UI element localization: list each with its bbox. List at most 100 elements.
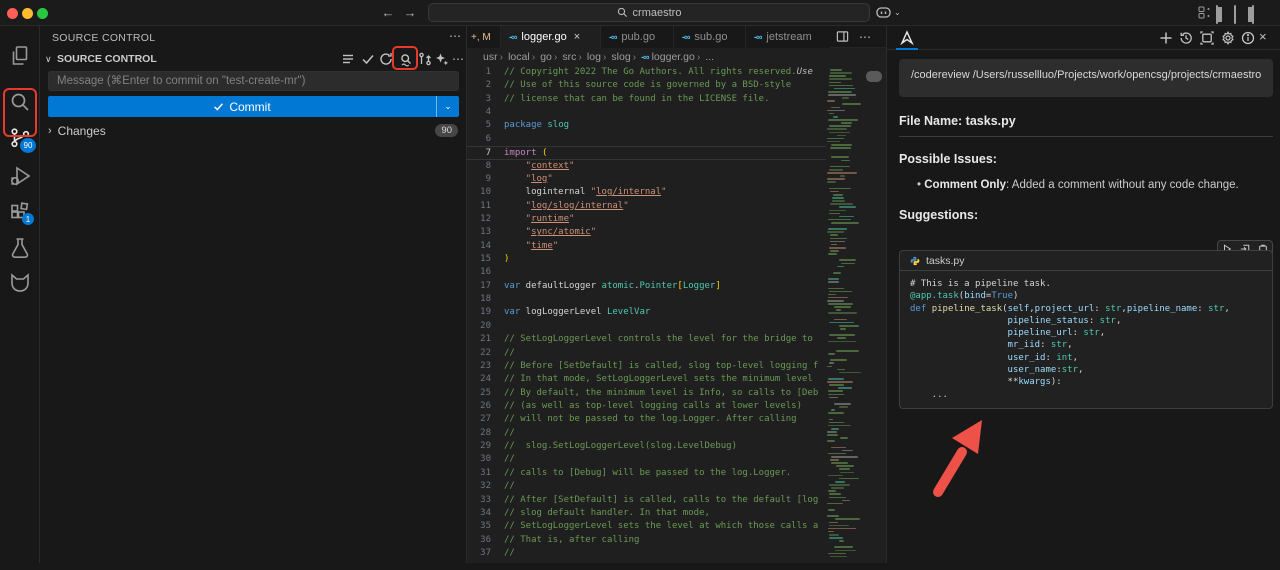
commit-button-label: Commit xyxy=(229,100,270,114)
extensions-badge: 1 xyxy=(22,213,34,225)
tab-close-icon[interactable]: × xyxy=(574,31,580,43)
toggle-secondary-sidebar-icon[interactable] xyxy=(1252,6,1266,19)
user-prompt-bubble: /codereview /Users/russellluo/Projects/w… xyxy=(899,59,1273,97)
breadcrumb-item[interactable]: usr xyxy=(483,51,505,63)
breadcrumb-item[interactable]: src xyxy=(562,51,584,63)
tab-label: logger.go xyxy=(521,31,566,43)
annotation-arrow xyxy=(900,400,1020,570)
go-file-icon: -∞ xyxy=(641,52,648,62)
sidebar-view-title: SOURCE CONTROL xyxy=(52,32,155,44)
window-close-button[interactable] xyxy=(7,8,18,19)
code-block-filename: tasks.py xyxy=(926,255,965,267)
view-more-actions-icon[interactable]: ⋯ xyxy=(449,29,461,43)
breadcrumb-item[interactable]: local xyxy=(508,51,537,63)
section-title: SOURCE CONTROL xyxy=(57,53,157,65)
commit-dropdown-button[interactable]: ⌄ xyxy=(436,96,459,117)
commit-message-input[interactable]: Message (⌘Enter to commit on "test-creat… xyxy=(48,71,459,91)
back-icon[interactable]: ← xyxy=(379,4,397,22)
go-file-icon: -∞ xyxy=(509,32,516,42)
possible-issues-heading: Possible Issues: xyxy=(899,152,997,166)
editor-actions: ⋯ xyxy=(836,26,871,47)
editor-group: +, M -∞ logger.go × -∞ pub.go -∞ sub.go … xyxy=(467,26,886,563)
command-center-search[interactable]: crmaestro xyxy=(428,3,870,22)
commit-check-icon[interactable] xyxy=(361,52,376,67)
code-editor[interactable]: 1// Copyright 2022 The Go Authors. All r… xyxy=(467,66,826,563)
scrollbar-thumb[interactable] xyxy=(866,71,882,82)
code-block-header: tasks.py xyxy=(900,251,1272,271)
suggestion-code: # This is a pipeline task.@app.task(bind… xyxy=(900,271,1272,401)
breadcrumb-item[interactable]: go xyxy=(540,51,559,63)
issue-term: Comment Only xyxy=(924,179,1006,191)
toggle-panel-icon[interactable] xyxy=(1234,6,1248,19)
breadcrumb-item[interactable]: slog xyxy=(611,51,638,63)
python-file-icon xyxy=(910,256,920,266)
copilot-icon[interactable] xyxy=(876,6,891,19)
toggle-primary-sidebar-icon[interactable] xyxy=(1216,6,1230,19)
close-panel-icon[interactable]: × xyxy=(1259,29,1274,44)
tab-bar: +, M -∞ logger.go × -∞ pub.go -∞ sub.go … xyxy=(467,26,886,48)
view-as-tree-icon[interactable] xyxy=(341,52,356,67)
breadcrumb-item[interactable]: ... xyxy=(705,51,714,63)
editor-more-actions-icon[interactable]: ⋯ xyxy=(859,30,871,44)
breadcrumb-item[interactable]: log xyxy=(587,51,609,63)
search-icon xyxy=(617,7,628,18)
open-in-editor-icon[interactable] xyxy=(1200,31,1215,46)
changes-label: Changes xyxy=(58,124,106,138)
changes-row[interactable]: › Changes 90 xyxy=(40,121,467,141)
suggestion-code-block: tasks.py # This is a pipeline task.@app.… xyxy=(899,250,1273,409)
tab-jetstream-go[interactable]: -∞ jetstream xyxy=(746,26,830,48)
section-chevron-icon[interactable]: ∨ xyxy=(45,54,52,65)
extensions-icon[interactable]: 1 xyxy=(8,201,32,225)
commit-message-placeholder: Message (⌘Enter to commit on "test-creat… xyxy=(57,75,305,87)
tab-label: jetstream xyxy=(766,31,811,43)
breadcrumb: usr local go src log slog -∞ logger.go .… xyxy=(467,48,886,66)
history-icon[interactable] xyxy=(1179,31,1194,46)
title-bar: ← → crmaestro ⌄ xyxy=(0,0,1280,26)
section-more-actions-icon[interactable]: ⋯ xyxy=(452,52,464,66)
tab-label: pub.go xyxy=(621,31,655,43)
explorer-icon[interactable] xyxy=(8,44,32,68)
panel-tab-strip: × xyxy=(887,26,1280,50)
tab-overflow-indicator[interactable]: +, M xyxy=(467,26,501,48)
fox-extension-icon[interactable] xyxy=(8,270,32,294)
code-review-extension-icon[interactable] xyxy=(899,30,915,46)
sparkle-ai-icon[interactable] xyxy=(435,52,450,67)
run-debug-icon[interactable] xyxy=(8,164,32,188)
info-icon[interactable] xyxy=(1241,31,1256,46)
prompt-text: /codereview /Users/russellluo/Projects/w… xyxy=(911,69,1261,81)
split-editor-icon[interactable] xyxy=(836,30,849,43)
bullet-icon: • xyxy=(917,179,921,191)
changes-chevron-icon: › xyxy=(48,125,52,137)
go-file-icon: -∞ xyxy=(609,32,616,42)
suggestions-heading: Suggestions: xyxy=(899,208,978,222)
settings-gear-icon[interactable] xyxy=(1221,31,1236,46)
annotation-box-activity-scm xyxy=(3,88,37,137)
compare-branches-icon[interactable] xyxy=(418,52,433,67)
new-chat-icon[interactable] xyxy=(1159,31,1174,46)
issue-item: • Comment Only: Added a comment without … xyxy=(917,179,1239,191)
divider xyxy=(899,136,1273,137)
search-text: crmaestro xyxy=(633,7,682,19)
customize-layout-icon[interactable] xyxy=(1198,6,1212,19)
issue-description: : Added a comment without any code chang… xyxy=(1006,179,1239,191)
testing-icon[interactable] xyxy=(8,236,32,260)
changes-count-badge: 90 xyxy=(435,124,458,137)
tab-label: sub.go xyxy=(694,31,727,43)
source-control-badge: 90 xyxy=(20,138,36,153)
window-zoom-button[interactable] xyxy=(37,8,48,19)
forward-icon[interactable]: → xyxy=(401,4,419,22)
go-file-icon: -∞ xyxy=(682,32,689,42)
file-name-heading: File Name: tasks.py xyxy=(899,114,1016,128)
active-panel-indicator xyxy=(896,48,918,50)
tab-pub-go[interactable]: -∞ pub.go xyxy=(601,26,674,48)
annotation-box-review-icon xyxy=(392,46,418,70)
copilot-chevron-icon[interactable]: ⌄ xyxy=(894,8,901,17)
minimap[interactable] xyxy=(826,66,863,563)
go-file-icon: -∞ xyxy=(754,32,761,42)
tab-sub-go[interactable]: -∞ sub.go xyxy=(674,26,746,48)
breadcrumb-item-file[interactable]: logger.go xyxy=(652,51,703,63)
commit-button[interactable]: Commit ⌄ xyxy=(48,96,459,117)
window-minimize-button[interactable] xyxy=(22,8,33,19)
check-icon xyxy=(213,101,224,112)
tab-logger-go[interactable]: -∞ logger.go × xyxy=(501,26,601,48)
